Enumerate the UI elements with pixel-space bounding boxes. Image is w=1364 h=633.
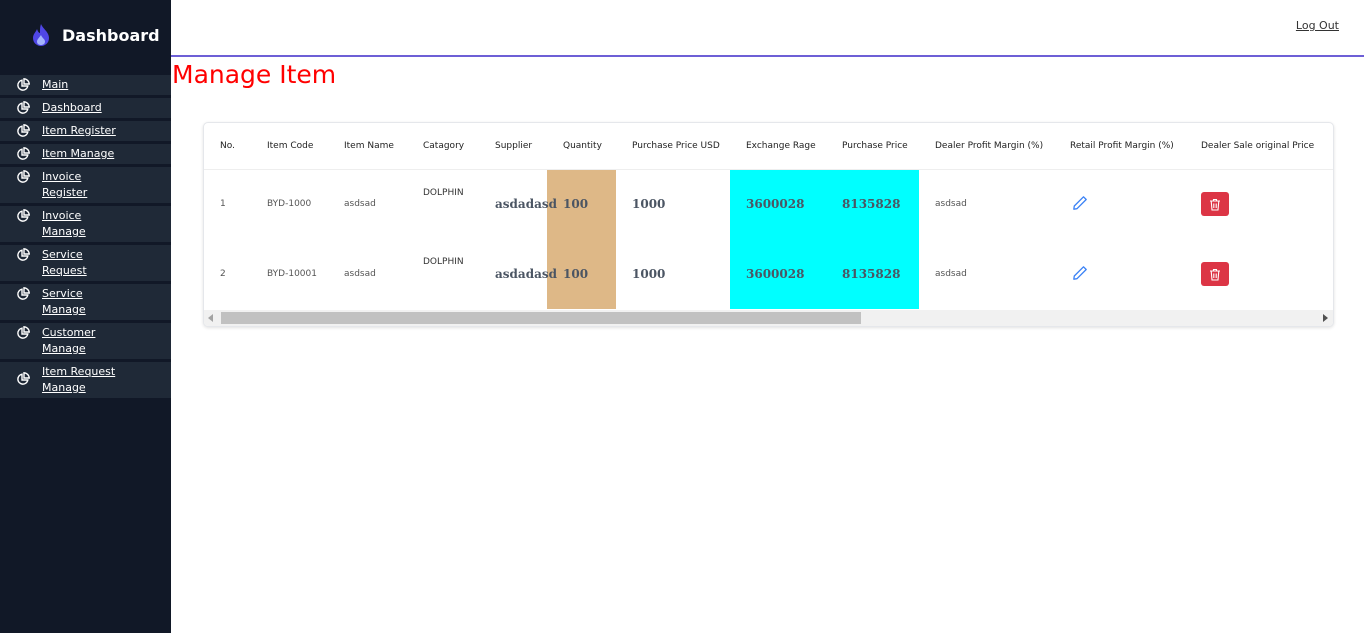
pie-chart-icon [17,326,30,339]
sidebar-nav: Main Dashboard Item Register Item Manage… [0,75,171,401]
column-header: Exchange Rage [730,123,826,170]
cell-no: 2 [220,269,226,279]
sidebar-item-label[interactable]: Main [42,77,122,93]
cell-purchase-price: 8135828 [826,169,919,239]
sidebar-item-label[interactable]: Service Request [42,247,122,279]
cell-delete [1185,239,1333,309]
cell-item-name: asdsad [344,199,376,210]
sidebar-item-service-manage[interactable]: Service Manage [0,284,171,320]
cell-category: DOLPHIN [423,257,464,267]
pie-chart-icon [17,209,30,222]
pie-chart-icon [17,78,30,91]
cell-supplier: asdadasd [495,267,558,281]
cell-quantity: 100 [547,239,616,309]
pie-chart-icon [17,248,30,261]
cell-quantity: 100 [547,169,616,239]
sidebar-item-label[interactable]: Dashboard [42,100,122,116]
column-header: Catagory [407,123,479,170]
column-header: Purchase Price [826,123,919,170]
cell-dealer-margin: asdsad [935,199,967,210]
cell-purchase-price-usd: 1000 [632,197,666,212]
items-table: No. Item Code Item Name Catagory Supplie… [204,123,1333,309]
pie-chart-icon [17,147,30,160]
trash-icon [1210,198,1220,211]
table-row: 1 BYD-1000 asdsad DOLPHIN asdadasd 100 1… [204,169,1333,239]
pencil-icon[interactable] [1072,265,1088,281]
sidebar-item-service-request[interactable]: Service Request [0,245,171,281]
cell-edit [1054,169,1185,239]
cell-category: DOLPHIN [423,187,464,198]
sidebar-item-invoice-register[interactable]: Invoice Register [0,167,171,203]
sidebar-item-dashboard[interactable]: Dashboard [0,98,171,118]
cell-supplier: asdadasd [495,197,558,212]
cell-no: 1 [220,199,226,210]
cell-delete [1185,169,1333,239]
column-header: Retail Profit Margin (%) [1054,123,1185,170]
cell-edit [1054,239,1185,309]
cell-exchange-rate: 3600028 [730,169,826,239]
delete-button[interactable] [1201,192,1229,217]
brand[interactable]: Dashboard [30,22,160,48]
sidebar-item-item-request-manage[interactable]: Item Request Manage [0,362,171,398]
cell-item-name: asdsad [344,269,376,279]
sidebar-item-customer-manage[interactable]: Customer Manage [0,323,171,359]
cell-purchase-price: 8135828 [826,239,919,309]
pencil-icon[interactable] [1072,195,1088,211]
sidebar-item-item-manage[interactable]: Item Manage [0,144,171,164]
column-header: Dealer Profit Margin (%) [919,123,1054,170]
sidebar-item-item-register[interactable]: Item Register [0,121,171,141]
column-header: Purchase Price USD [616,123,730,170]
sidebar-item-label[interactable]: Item Register [42,123,122,139]
cell-dealer-margin: asdsad [935,269,967,279]
column-header: Supplier [479,123,547,170]
table-header-row: No. Item Code Item Name Catagory Supplie… [204,123,1333,170]
brand-title: Dashboard [62,25,160,45]
delete-button[interactable] [1201,262,1229,286]
column-header: Dealer Sale original Price [1185,123,1333,170]
pie-chart-icon [17,170,30,183]
cell-item-code: BYD-1000 [267,199,312,210]
scroll-left-arrow-icon[interactable] [208,314,213,322]
sidebar-item-label[interactable]: Item Manage [42,146,122,162]
scrollbar-thumb[interactable] [221,312,861,324]
table-scroll-area[interactable]: No. Item Code Item Name Catagory Supplie… [204,123,1333,309]
sidebar: Dashboard Main Dashboard Item Register I… [0,0,171,633]
pie-chart-icon [17,287,30,300]
column-header: Item Code [251,123,328,170]
cell-purchase-price-usd: 1000 [632,267,666,281]
sidebar-item-label[interactable]: Customer Manage [42,325,122,357]
pie-chart-icon [17,101,30,114]
flame-icon [33,24,49,46]
pie-chart-icon [17,124,30,137]
trash-icon [1210,268,1220,281]
pie-chart-icon [17,372,30,385]
column-header: Quantity [547,123,616,170]
top-bar: Log Out [171,0,1364,57]
scroll-right-arrow-icon[interactable] [1323,314,1328,322]
sidebar-item-label[interactable]: Service Manage [42,286,122,318]
items-table-card: No. Item Code Item Name Catagory Supplie… [203,122,1334,327]
sidebar-item-invoice-manage[interactable]: Invoice Manage [0,206,171,242]
sidebar-item-main[interactable]: Main [0,75,171,95]
cell-item-code: BYD-10001 [267,269,317,279]
sidebar-item-label[interactable]: Invoice Manage [42,208,122,240]
column-header: No. [204,123,251,170]
cell-exchange-rate: 3600028 [730,239,826,309]
page-title: Manage Item [172,60,337,89]
column-header: Item Name [328,123,407,170]
table-row: 2 BYD-10001 asdsad DOLPHIN asdadasd 100 … [204,239,1333,309]
sidebar-item-label[interactable]: Item Request Manage [42,364,122,396]
logout-link[interactable]: Log Out [1296,19,1339,32]
horizontal-scrollbar[interactable] [204,310,1333,326]
sidebar-item-label[interactable]: Invoice Register [42,169,122,201]
